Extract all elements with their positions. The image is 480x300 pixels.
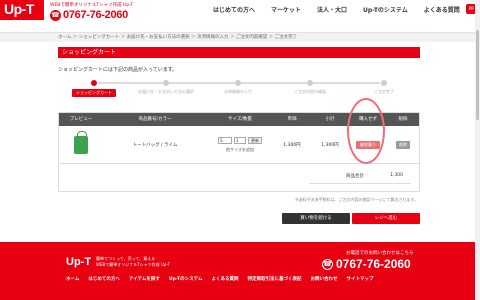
product-preview[interactable] — [59, 126, 103, 164]
col-size-qty: サイズ/数量 — [228, 117, 252, 122]
footer-link-sitemap[interactable]: サイトマップ — [346, 276, 382, 282]
breadcrumb[interactable]: ホーム ＞ ショッピングカート ＞ お届け先・お支払い方法の選択 ＞ 決済情報の… — [0, 33, 480, 42]
site-header: Up-T WEBで簡単オリジナルTシャツ作成 Up-T ☎ 0767-76-20… — [0, 0, 480, 33]
size-select[interactable]: S — [218, 137, 232, 144]
subtotal: 1,300円 — [321, 143, 339, 148]
site-logo[interactable]: Up-T — [0, 0, 44, 20]
header-tagline: WEBで簡単オリジナルTシャツ作成 Up-T — [50, 3, 134, 8]
step-cart: ショッピングカート — [58, 80, 130, 97]
phone-number: 0767-76-2060 — [63, 9, 128, 21]
col-product: 商品番号/カラー — [138, 117, 172, 122]
footer-tagline: 簡単でつくって、売って、買える WEBで簡単オリジナルTシャツ作成 Up-T — [96, 256, 170, 267]
header-phone: ☎ 0767-76-2060 — [50, 9, 128, 21]
update-button[interactable]: 更新 — [248, 137, 262, 144]
add-size-link[interactable]: 他サイズを追加 — [226, 147, 254, 153]
quantity-input[interactable]: 1 — [234, 137, 246, 144]
shipping-note: ※送料や決済手数料は、ご注文内容の確認ページにて算出されます。 — [295, 197, 418, 202]
scrollbar-thumb[interactable] — [476, 30, 479, 120]
footer-contact-title: お電話でのお問い合わせはこちら — [346, 251, 414, 256]
page-title: ショッピングカート — [58, 47, 420, 58]
step-confirm: ご注文内容の確認 — [274, 80, 346, 95]
nav-item-market[interactable]: マーケット — [263, 5, 309, 14]
step-dot-icon — [235, 80, 241, 86]
sum-label: 商品合計 — [346, 174, 364, 179]
size-qty-cell: S 1 更新 他サイズを追加 — [207, 126, 273, 164]
footer-nav: ホーム はじめての方へ アイテムを探す Up-Tのシステム よくある質問 特定商… — [66, 276, 382, 282]
step-delivery: お届け先・お支払い方法の選択 — [130, 80, 202, 95]
phone-icon: ☎ — [322, 258, 333, 270]
cart-intro-text: ショッピングカートには下記の商品が入っています。 — [58, 67, 178, 73]
step-dot-icon — [163, 80, 169, 86]
sum-divider — [309, 183, 411, 184]
qty-controls: S 1 更新 — [218, 137, 262, 144]
step-payment: 決済情報の入力 — [202, 80, 274, 95]
continue-shopping-button[interactable]: 買い物を続ける — [282, 213, 350, 224]
scrollbar[interactable] — [475, 0, 480, 300]
step-dot-icon — [307, 80, 313, 86]
footer-phone: ☎ 0767-76-2060 — [322, 257, 411, 271]
annotation-circle — [347, 98, 385, 164]
footer-link-system[interactable]: Up-Tのシステム — [169, 276, 212, 282]
sum-value: 1,300 — [390, 173, 403, 178]
nav-item-system[interactable]: Up-Tのシステム — [355, 5, 416, 14]
col-unit-price: 単価 — [287, 117, 297, 122]
delete-cell: 削除 — [387, 126, 419, 164]
product-name: トートバッグ / ライム — [132, 143, 178, 148]
phone-icon: ☎ — [50, 9, 61, 21]
site-footer: Up-T 簡単でつくって、売って、買える WEBで簡単オリジナルTシャツ作成 U… — [0, 242, 480, 300]
step-complete: ご注文完了 — [348, 80, 420, 95]
unit-price: 1,300円 — [283, 143, 301, 148]
tote-bag-image — [74, 131, 88, 154]
col-delete: 削除 — [398, 117, 408, 122]
col-preview: プレビュー — [69, 117, 93, 122]
footer-link-contact[interactable]: お問い合わせ — [310, 276, 346, 282]
footer-logo[interactable]: Up-T — [66, 256, 91, 268]
footer-link-home[interactable]: ホーム — [66, 276, 88, 282]
footer-link-items[interactable]: アイテムを探す — [129, 276, 169, 282]
checkout-steps: ショッピングカート お届け先・お支払い方法の選択 決済情報の入力 ご注文内容の確… — [58, 80, 420, 100]
footer-phone-number: 0767-76-2060 — [336, 257, 411, 271]
nav-item-corporate[interactable]: 法人・大口 — [309, 5, 355, 14]
step-dot-icon — [91, 80, 97, 86]
nav-item-faq[interactable]: よくある質問 — [416, 5, 468, 14]
checkout-button[interactable]: レジへ進む — [352, 213, 420, 224]
delete-button[interactable]: 削除 — [396, 141, 410, 149]
step-dot-icon — [381, 80, 387, 86]
page: Up-T WEBで簡単オリジナルTシャツ作成 Up-T ☎ 0767-76-20… — [0, 0, 480, 300]
nav-item-beginners[interactable]: はじめての方へ — [205, 5, 263, 14]
main-nav: はじめての方へ マーケット 法人・大口 Up-Tのシステム よくある質問 — [205, 5, 468, 14]
footer-link-faq[interactable]: よくある質問 — [211, 276, 247, 282]
col-subtotal: 小計 — [325, 117, 335, 122]
footer-link-beginners[interactable]: はじめての方へ — [88, 276, 129, 282]
footer-link-legal[interactable]: 特定商取引法に基づく表記 — [247, 276, 310, 282]
